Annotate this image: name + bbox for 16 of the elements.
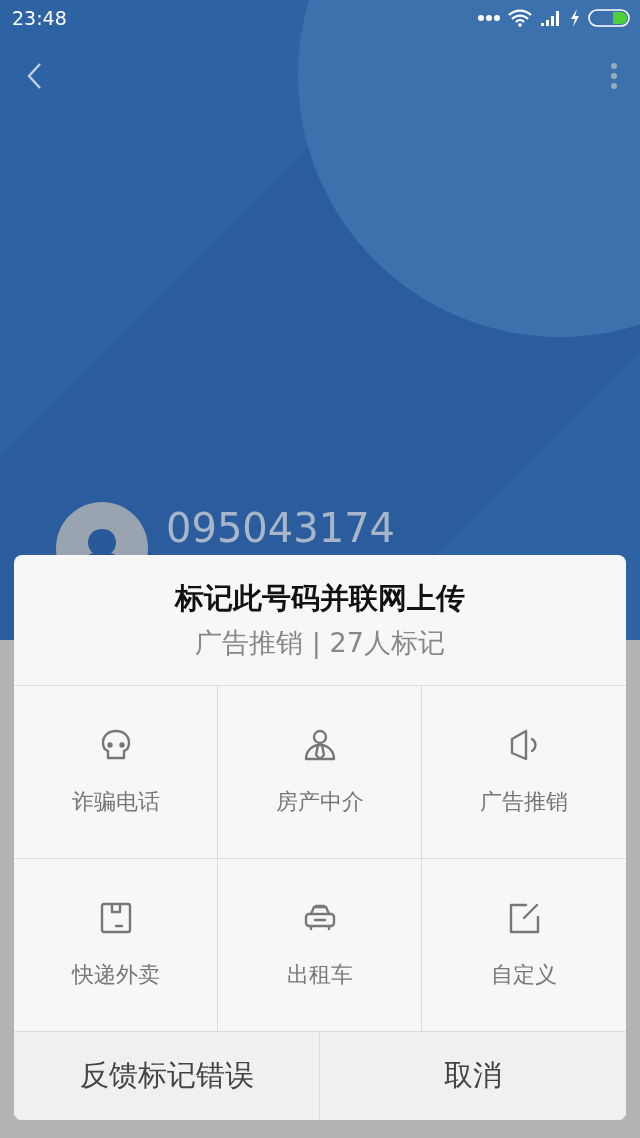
battery-icon bbox=[588, 9, 630, 27]
phone-number: 095043174 bbox=[166, 505, 396, 551]
status-time: 23:48 bbox=[12, 7, 67, 29]
dialog-title: 标记此号码并联网上传 bbox=[175, 580, 465, 617]
more-dots-icon bbox=[478, 14, 500, 22]
signal-icon bbox=[540, 9, 562, 27]
back-icon[interactable] bbox=[26, 62, 42, 90]
report-error-button[interactable]: 反馈标记错误 bbox=[14, 1032, 320, 1120]
mark-option[interactable]: 快递外卖 bbox=[14, 859, 218, 1032]
mark-option[interactable]: 诈骗电话 bbox=[14, 686, 218, 859]
dialog-subtitle: 广告推销 | 27人标记 bbox=[195, 626, 445, 661]
mark-option[interactable]: 房产中介 bbox=[218, 686, 422, 859]
mark-option[interactable]: 出租车 bbox=[218, 859, 422, 1032]
more-icon[interactable] bbox=[610, 63, 618, 89]
bolt-icon bbox=[570, 9, 580, 27]
wifi-icon bbox=[508, 9, 532, 27]
